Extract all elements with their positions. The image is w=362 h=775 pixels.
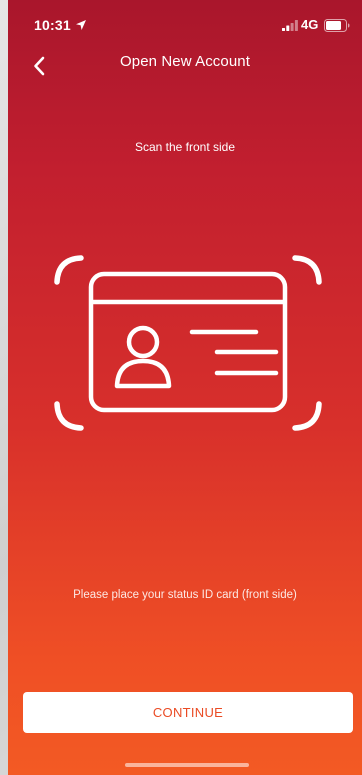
network-label: 4G — [301, 17, 319, 32]
status-time: 10:31 — [34, 17, 71, 33]
status-bar: 10:31 4G — [8, 0, 362, 46]
id-card-scan-icon — [54, 255, 322, 431]
continue-button[interactable]: CONTINUE — [23, 692, 353, 733]
signal-icon — [282, 20, 298, 31]
app-screen: 10:31 4G Open New Account Scan the front… — [8, 0, 362, 775]
navigation-bar: Open New Account — [8, 46, 362, 86]
battery-icon — [324, 19, 350, 32]
page-title: Open New Account — [119, 53, 250, 70]
scan-instruction-title: Scan the front side — [134, 140, 236, 154]
location-arrow-icon — [76, 20, 86, 30]
home-indicator — [125, 763, 249, 767]
card-placement-instruction: Please place your status ID card (front … — [73, 589, 297, 601]
